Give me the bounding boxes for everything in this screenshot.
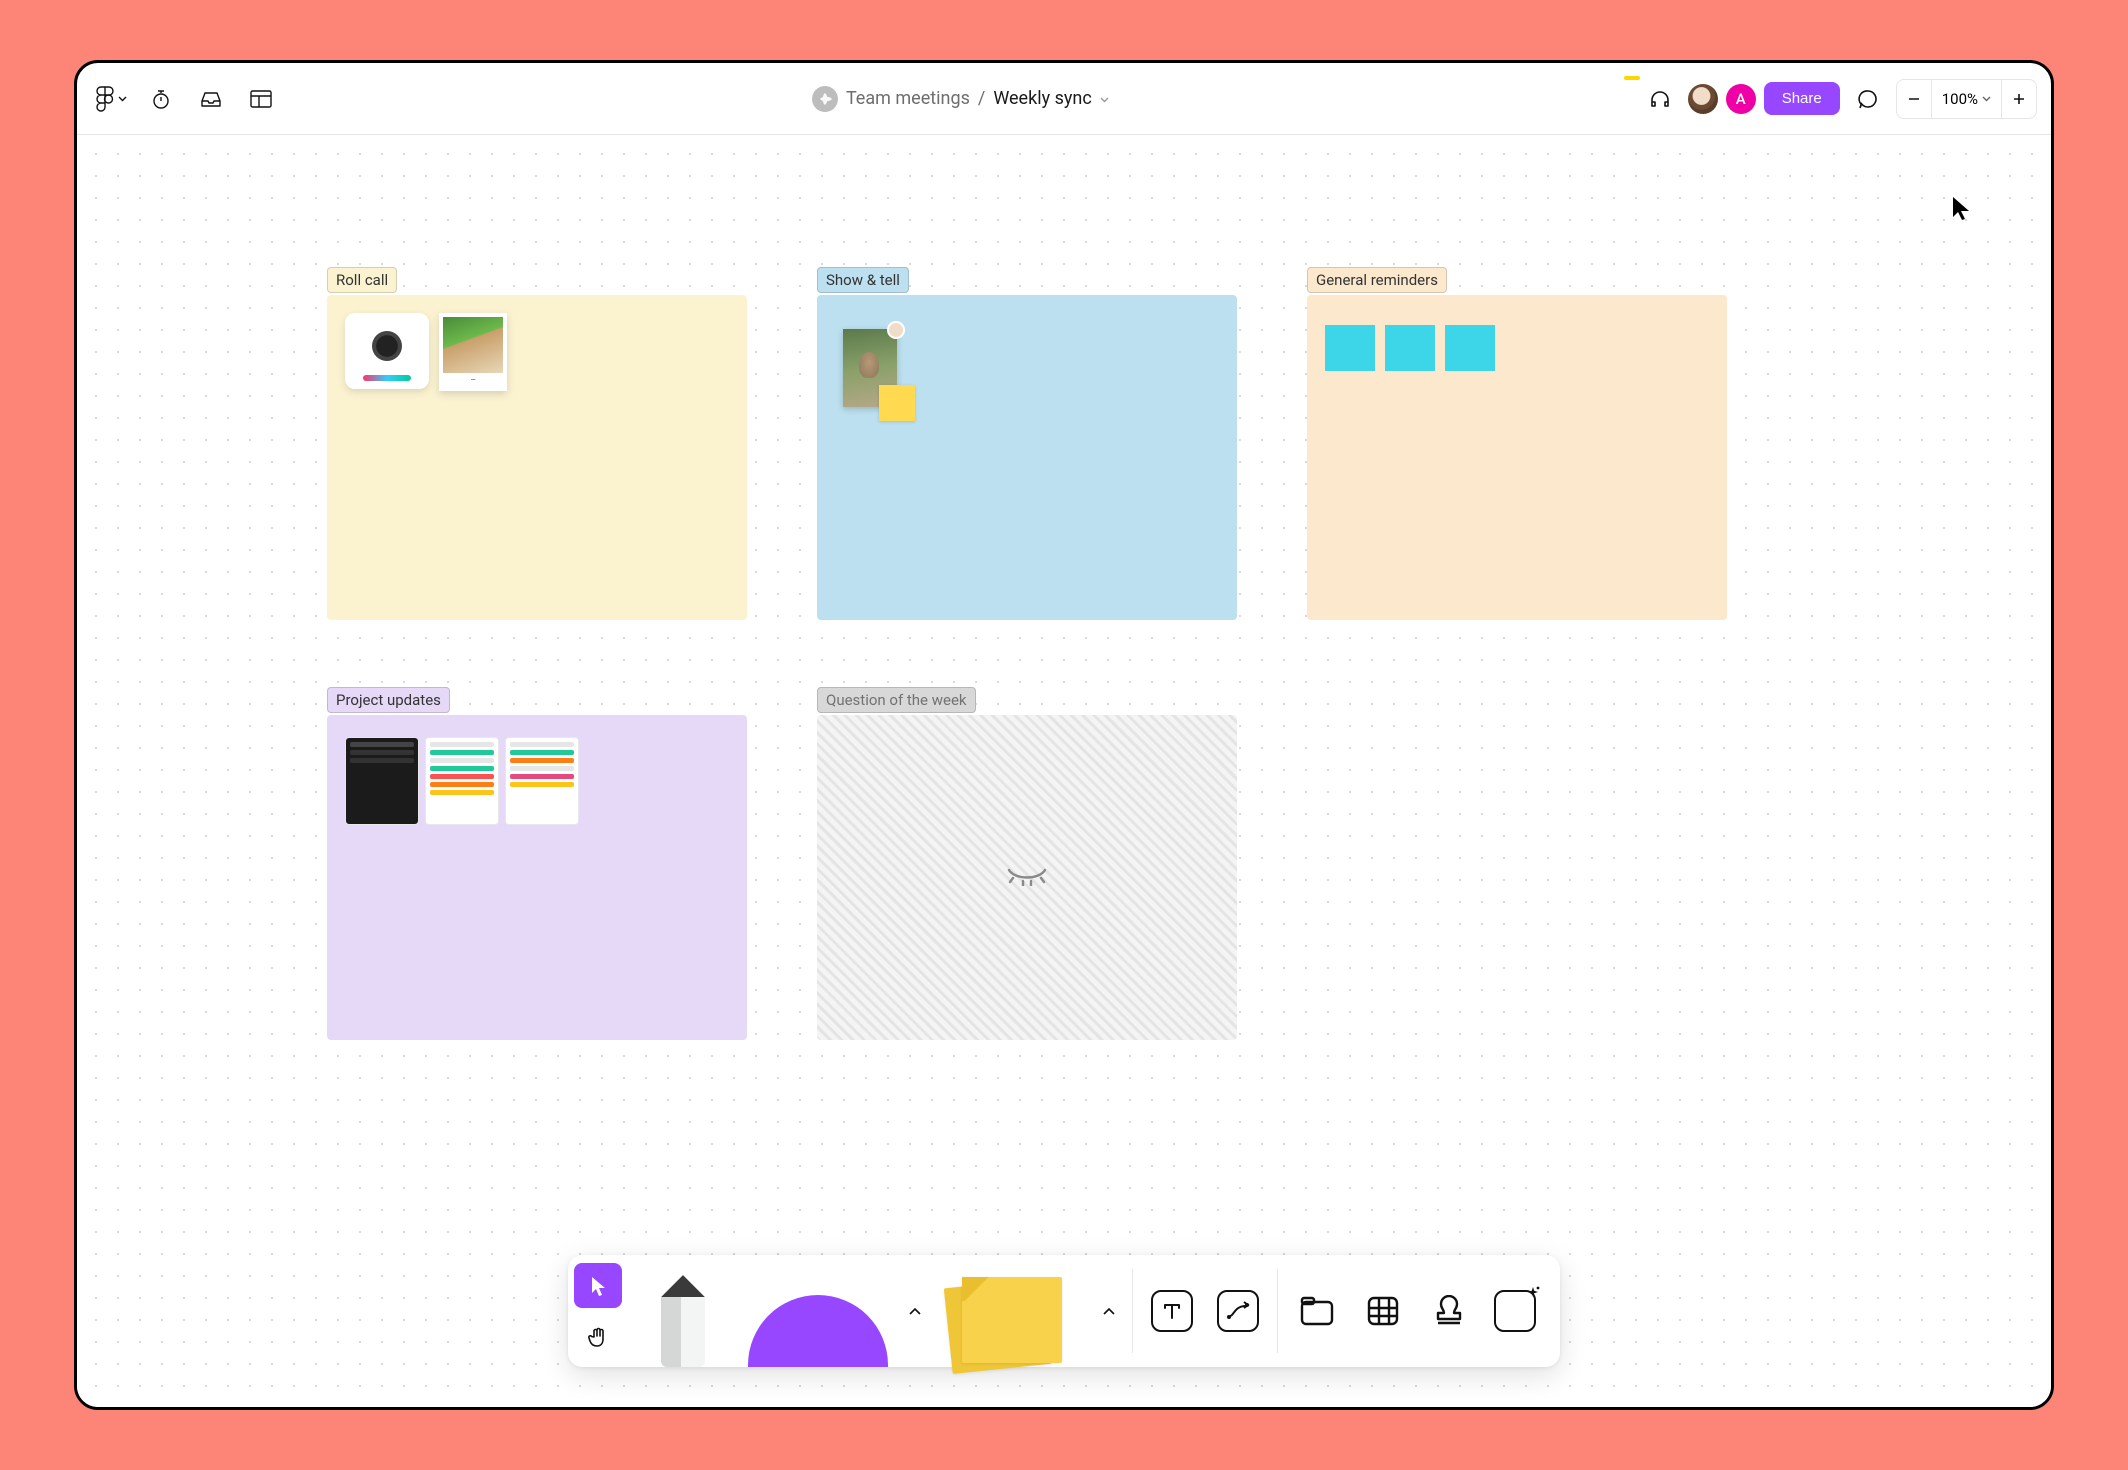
breadcrumb-team: Team meetings — [846, 88, 970, 109]
app-frame: Team meetings / Weekly sync A Share — [74, 60, 2054, 1410]
hidden-icon — [1005, 866, 1049, 890]
hand-tool[interactable] — [574, 1314, 622, 1359]
zoom-in-button[interactable] — [2002, 80, 2036, 118]
pencil-tool[interactable] — [628, 1255, 738, 1367]
section-label[interactable]: General reminders — [1307, 267, 1447, 293]
layout-icon — [250, 90, 272, 108]
figma-logo-icon — [96, 86, 114, 112]
zoom-out-button[interactable] — [1897, 80, 1932, 118]
audio-chat-button[interactable] — [1640, 79, 1680, 119]
section-icon — [1296, 1290, 1338, 1332]
timer-tool[interactable] — [141, 79, 181, 119]
breadcrumb-separator: / — [978, 88, 985, 109]
section-tool[interactable] — [1284, 1255, 1350, 1367]
chevron-up-icon — [909, 1307, 921, 1315]
section-project-updates[interactable]: Project updates — [327, 715, 747, 1040]
table-icon — [1362, 1290, 1404, 1332]
share-button[interactable]: Share — [1764, 82, 1840, 115]
section-label[interactable]: Show & tell — [817, 267, 909, 293]
zoom-value: 100% — [1942, 90, 1978, 108]
chevron-down-icon — [1982, 96, 1991, 102]
section-label[interactable]: Question of the week — [817, 687, 976, 713]
minus-icon — [1907, 92, 1921, 106]
widgets-tool[interactable] — [1482, 1255, 1548, 1367]
section-roll-call[interactable]: Roll call — — [327, 295, 747, 620]
figma-menu-button[interactable] — [91, 79, 131, 119]
chevron-down-icon — [1100, 92, 1109, 106]
connector-tool[interactable] — [1205, 1255, 1271, 1367]
shape-tool[interactable] — [738, 1255, 898, 1367]
section-show-and-tell[interactable]: Show & tell — [817, 295, 1237, 620]
inbox-icon — [199, 89, 223, 109]
sticky-note-tool-more[interactable] — [1092, 1255, 1126, 1367]
sticky-note-tool[interactable] — [932, 1255, 1092, 1367]
canvas[interactable]: Roll call — Show & tell General reminder… — [77, 135, 2051, 1407]
stamp-tool[interactable] — [1416, 1255, 1482, 1367]
layout-tool[interactable] — [241, 79, 281, 119]
photo-card[interactable]: — — [439, 313, 507, 391]
select-tool-group — [568, 1255, 628, 1367]
widgets-icon — [1494, 1290, 1536, 1332]
chevron-down-icon — [118, 96, 127, 102]
pencil-icon — [661, 1275, 705, 1367]
user-avatar[interactable]: A — [1726, 84, 1756, 114]
top-bar-left — [91, 79, 281, 119]
text-icon — [1151, 1290, 1193, 1332]
cursor-icon — [1951, 195, 1971, 221]
breadcrumb[interactable]: Team meetings / Weekly sync — [291, 86, 1630, 112]
presence-avatar-icon — [887, 321, 905, 339]
list-preview-card[interactable] — [425, 737, 499, 825]
top-bar-right: A Share 100% — [1640, 79, 2037, 119]
chevron-up-icon — [1103, 1307, 1115, 1315]
sticky-stack-icon — [952, 1275, 1072, 1367]
bottom-toolbar — [568, 1255, 1560, 1367]
breadcrumb-file: Weekly sync — [993, 88, 1091, 109]
avatar-letter: A — [1736, 90, 1746, 108]
section-label[interactable]: Roll call — [327, 267, 397, 293]
section-question-of-the-week[interactable]: Question of the week — [817, 715, 1237, 1040]
zoom-value-dropdown[interactable]: 100% — [1932, 80, 2002, 118]
plus-icon — [2012, 92, 2026, 106]
connector-icon — [1217, 1290, 1259, 1332]
timer-icon — [150, 88, 172, 110]
text-tool[interactable] — [1139, 1255, 1205, 1367]
list-preview-card[interactable] — [505, 737, 579, 825]
section-general-reminders[interactable]: General reminders — [1307, 295, 1727, 620]
comment-icon — [1857, 88, 1879, 110]
move-tool[interactable] — [574, 1263, 622, 1308]
table-tool[interactable] — [1350, 1255, 1416, 1367]
polaroid-graphic[interactable] — [345, 313, 429, 389]
toolbar-divider — [1132, 1269, 1133, 1353]
team-avatar-icon — [812, 86, 838, 112]
top-bar: Team meetings / Weekly sync A Share — [77, 63, 2051, 135]
toolbar-divider — [1277, 1269, 1278, 1353]
headphones-icon — [1649, 88, 1671, 110]
comments-button[interactable] — [1848, 79, 1888, 119]
share-button-label: Share — [1782, 90, 1822, 107]
sticky-note[interactable] — [1385, 325, 1435, 371]
collaborator-avatar[interactable] — [1688, 84, 1718, 114]
voting-tool[interactable] — [191, 79, 231, 119]
section-label[interactable]: Project updates — [327, 687, 450, 713]
sticky-note[interactable] — [1325, 325, 1375, 371]
zoom-control: 100% — [1896, 79, 2037, 119]
shape-circle-icon — [748, 1295, 888, 1367]
sticky-note[interactable] — [1445, 325, 1495, 371]
sticky-note[interactable] — [879, 385, 915, 421]
hand-icon — [587, 1326, 609, 1348]
list-previews — [345, 737, 579, 825]
pointer-icon — [589, 1275, 607, 1297]
shape-tool-more[interactable] — [898, 1255, 932, 1367]
list-preview-card[interactable] — [345, 737, 419, 825]
sticky-row — [1325, 325, 1495, 371]
stamp-icon — [1428, 1290, 1470, 1332]
